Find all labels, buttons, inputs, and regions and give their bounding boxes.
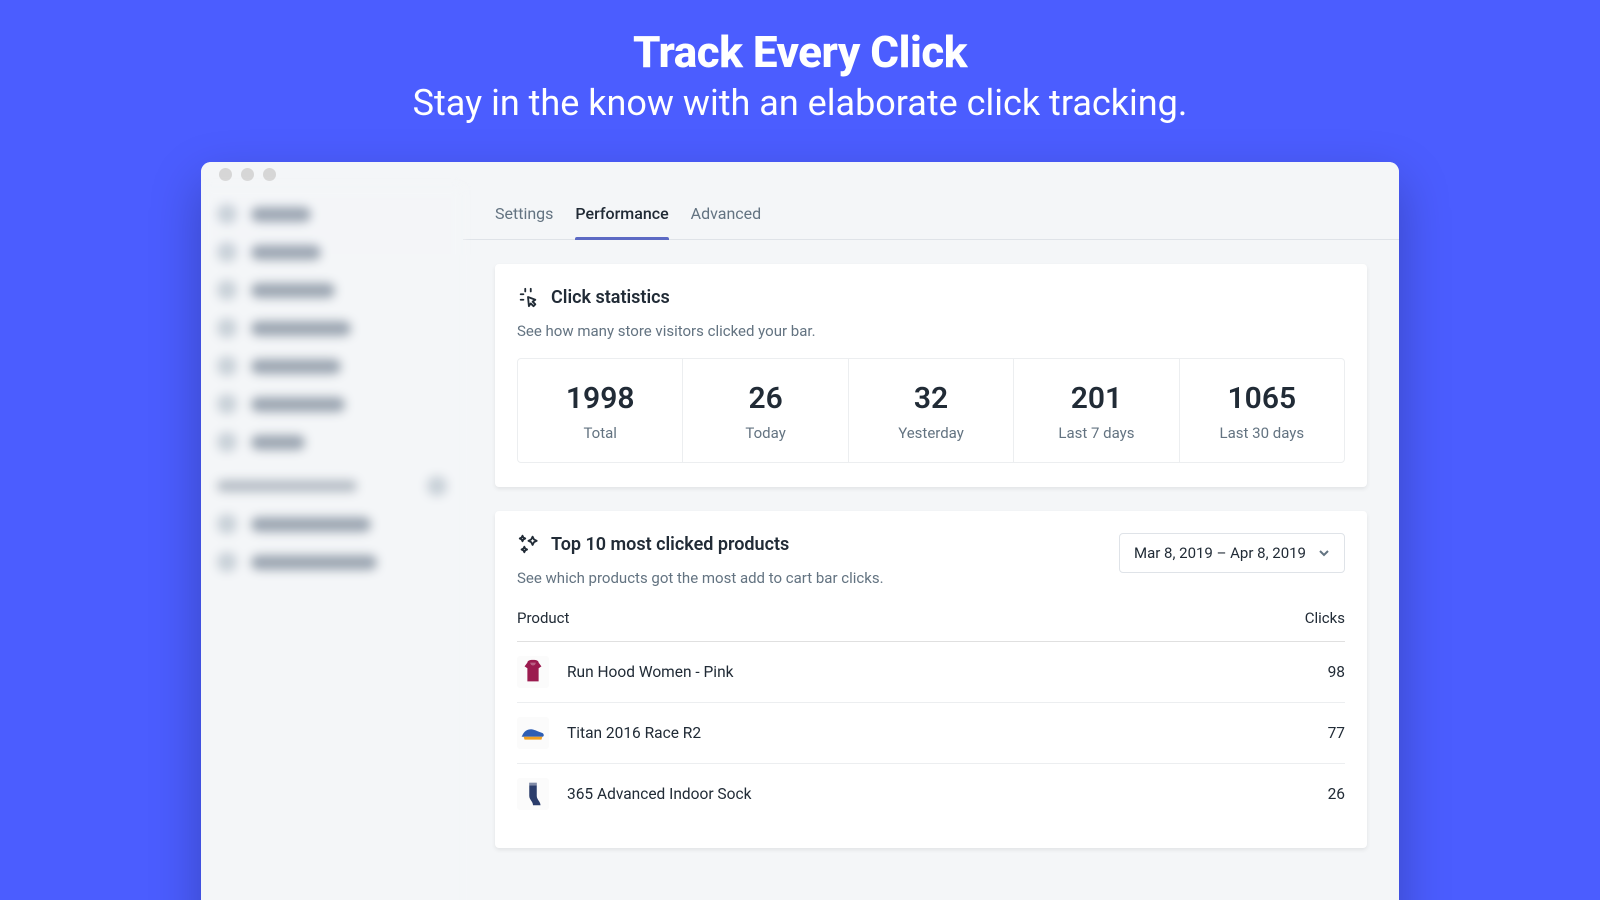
tab-settings[interactable]: Settings	[495, 204, 553, 239]
stat-label: Yesterday	[859, 424, 1003, 442]
nav-icon	[217, 318, 237, 338]
content-area: Settings Performance Advanced Click statis…	[463, 186, 1399, 900]
sidebar-item[interactable]	[217, 280, 447, 300]
channel-icon	[217, 514, 237, 534]
tab-performance[interactable]: Performance	[575, 204, 668, 239]
sidebar-item[interactable]	[217, 356, 447, 376]
click-statistics-card: Click statistics See how many store visi…	[495, 264, 1367, 487]
sidebar-item-label	[251, 435, 305, 450]
tab-advanced[interactable]: Advanced	[691, 204, 762, 239]
sidebar-item-label	[251, 517, 371, 532]
clicks-value: 98	[1328, 663, 1345, 681]
hero: Track Every Click Stay in the know with …	[0, 0, 1600, 124]
clicks-value: 77	[1328, 724, 1345, 742]
hero-subtitle: Stay in the know with an elaborate click…	[0, 82, 1600, 124]
product-name: Run Hood Women - Pink	[567, 663, 734, 681]
stats-row: 1998 Total 26 Today 32 Yesterday 201 Last 7 day…	[517, 358, 1345, 463]
product-thumbnail	[517, 717, 549, 749]
table-row[interactable]: 365 Advanced Indoor Sock 26	[517, 764, 1345, 824]
sparkle-icon	[517, 533, 539, 555]
sidebar-item-label	[251, 245, 321, 260]
nav-icon	[217, 356, 237, 376]
stat-label: Last 30 days	[1190, 424, 1334, 442]
col-product: Product	[517, 609, 569, 627]
stat-value: 1998	[528, 381, 672, 416]
sidebar-item-label	[251, 321, 351, 336]
sidebar-section-header	[217, 476, 447, 496]
table-row[interactable]: Run Hood Women - Pink 98	[517, 642, 1345, 703]
sidebar-item-label	[251, 397, 345, 412]
stat-total: 1998 Total	[518, 359, 683, 462]
date-range-label: Mar 8, 2019 – Apr 8, 2019	[1134, 544, 1306, 562]
cursor-click-icon	[517, 286, 539, 308]
stat-label: Last 7 days	[1024, 424, 1168, 442]
clicks-value: 26	[1328, 785, 1345, 803]
nav-icon	[217, 204, 237, 224]
product-cell: Titan 2016 Race R2	[517, 717, 701, 749]
product-thumbnail	[517, 656, 549, 688]
stat-yesterday: 32 Yesterday	[849, 359, 1014, 462]
stat-today: 26 Today	[683, 359, 848, 462]
sidebar-channel-item[interactable]	[217, 514, 447, 534]
product-cell: Run Hood Women - Pink	[517, 656, 734, 688]
window-close-dot[interactable]	[219, 168, 232, 181]
top-products-title: Top 10 most clicked products	[551, 534, 789, 555]
stat-value: 26	[693, 381, 837, 416]
stat-value: 32	[859, 381, 1003, 416]
top-products-table: Product Clicks Run Hood Women - Pink 98 Ti…	[517, 605, 1345, 824]
chevron-down-icon	[1318, 547, 1330, 559]
nav-icon	[217, 242, 237, 262]
sidebar-section-label	[217, 480, 357, 492]
date-range-select[interactable]: Mar 8, 2019 – Apr 8, 2019	[1119, 533, 1345, 573]
stat-label: Today	[693, 424, 837, 442]
window-titlebar	[201, 162, 1399, 186]
top-products-subtitle: See which products got the most add to c…	[517, 569, 884, 587]
stat-last-30-days: 1065 Last 30 days	[1180, 359, 1344, 462]
click-stats-subtitle: See how many store visitors clicked your…	[517, 322, 1345, 340]
sidebar	[201, 186, 463, 900]
product-name: 365 Advanced Indoor Sock	[567, 785, 751, 803]
sidebar-item[interactable]	[217, 204, 447, 224]
sidebar-channel-item[interactable]	[217, 552, 447, 572]
table-row[interactable]: Titan 2016 Race R2 77	[517, 703, 1345, 764]
window-min-dot[interactable]	[241, 168, 254, 181]
stat-value: 201	[1024, 381, 1168, 416]
sidebar-item[interactable]	[217, 432, 447, 452]
top-products-card: Top 10 most clicked products See which p…	[495, 511, 1367, 848]
click-stats-title: Click statistics	[551, 287, 670, 308]
product-thumbnail	[517, 778, 549, 810]
product-name: Titan 2016 Race R2	[567, 724, 701, 742]
nav-icon	[217, 432, 237, 452]
sidebar-item[interactable]	[217, 318, 447, 338]
app-window: Settings Performance Advanced Click statis…	[201, 162, 1399, 900]
sidebar-item[interactable]	[217, 242, 447, 262]
sidebar-item-label	[251, 207, 311, 222]
channel-icon	[217, 552, 237, 572]
stat-last-7-days: 201 Last 7 days	[1014, 359, 1179, 462]
hero-title: Track Every Click	[0, 26, 1600, 78]
product-cell: 365 Advanced Indoor Sock	[517, 778, 751, 810]
sidebar-item-label	[251, 283, 335, 298]
tabs: Settings Performance Advanced	[463, 186, 1399, 240]
nav-icon	[217, 280, 237, 300]
stat-label: Total	[528, 424, 672, 442]
nav-icon	[217, 394, 237, 414]
col-clicks: Clicks	[1305, 609, 1345, 627]
sidebar-item[interactable]	[217, 394, 447, 414]
window-max-dot[interactable]	[263, 168, 276, 181]
sidebar-item-label	[251, 555, 377, 570]
table-header: Product Clicks	[517, 605, 1345, 642]
stat-value: 1065	[1190, 381, 1334, 416]
sidebar-item-label	[251, 359, 341, 374]
add-channel-icon[interactable]	[427, 476, 447, 496]
